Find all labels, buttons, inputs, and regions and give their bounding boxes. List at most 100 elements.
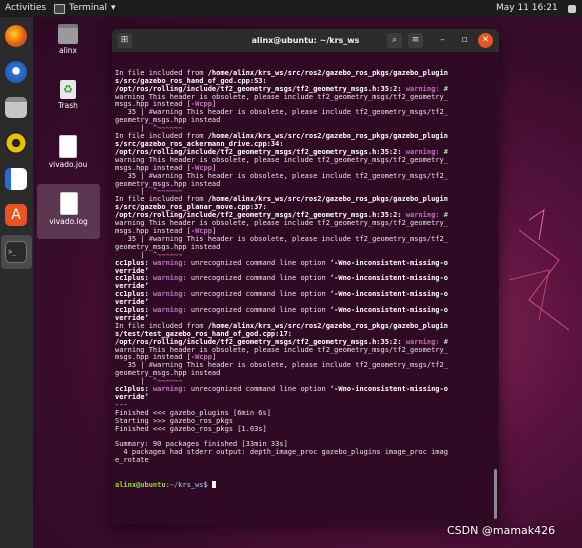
terminal-text: /home/alinx/krs_ws/src/ros2/gazebo_ros_p… <box>207 132 448 141</box>
speaker-icon <box>5 132 27 154</box>
thunderbird-launcher[interactable] <box>3 59 29 85</box>
terminal-text: s/src/gazebo_ros_planar_move.cpp:37: <box>115 203 267 212</box>
terminal-text: ^~~~~~~ <box>148 124 183 133</box>
terminal-text: Finished <<< gazebo_plugins [6min 6s] <box>115 408 271 417</box>
app-menu[interactable]: Terminal ▾ <box>54 0 116 17</box>
terminal-text: warning This header is obsolete, please … <box>152 108 448 117</box>
terminal-text: cc1plus: <box>115 274 153 283</box>
thunderbird-icon <box>5 61 27 83</box>
software-launcher[interactable]: A <box>3 202 29 228</box>
terminal-text: warning: <box>405 147 444 156</box>
terminal-text: Starting >>> gazebo_ros_pkgs <box>115 416 234 425</box>
desktop-icon-label: Trash <box>58 101 78 110</box>
terminal-line: cc1plus: warning: unrecognized command l… <box>115 290 490 299</box>
terminal-text: 35 | <box>115 171 149 180</box>
terminal-text: warning: <box>152 258 191 267</box>
terminal-text: s/test/test_gazebo_ros_hand_of_god.cpp:1… <box>115 329 293 338</box>
rhythmbox-launcher[interactable] <box>3 130 29 156</box>
terminal-text: | <box>115 250 149 259</box>
terminal-text: s/src/gazebo_ros_hand_of_god.cpp:53: <box>115 76 267 85</box>
terminal-line: cc1plus: warning: unrecognized command l… <box>115 274 490 283</box>
terminal-text: msgs.hpp instead [ <box>115 353 191 362</box>
terminal-text: -Wcpp <box>190 226 212 235</box>
terminal-line: 4 packages had stderr output: depth_imag… <box>115 448 490 457</box>
terminal-line: cc1plus: warning: unrecognized command l… <box>115 258 490 268</box>
terminal-launcher[interactable]: >_ <box>3 239 29 265</box>
desktop-icon-trash[interactable]: ♻ Trash <box>38 74 98 114</box>
terminal-text: s/src/gazebo_ros_ackermann_drive.cpp:34: <box>115 140 284 148</box>
terminal-text: cc1plus: <box>115 258 153 267</box>
terminal-text: unrecognized command line option <box>190 306 330 315</box>
terminal-text: geometry_msgs.hpp instead <box>115 179 221 188</box>
folder-icon <box>5 96 27 118</box>
software-store-icon: A <box>5 204 27 226</box>
terminal-text: ^~~~~~~ <box>148 187 183 196</box>
terminal-text: warning This header is obsolete, please … <box>115 219 448 228</box>
terminal-text: ] <box>211 353 217 362</box>
terminal-text: In file included from <box>115 321 208 330</box>
terminal-lines: In file included from /home/alinx/krs_ws… <box>115 68 490 465</box>
terminal-text: warning This header is obsolete, please … <box>115 155 448 164</box>
close-button[interactable]: ✕ <box>478 33 493 48</box>
chevron-down-icon: ▾ <box>111 3 116 13</box>
activities-button[interactable]: Activities <box>5 0 46 17</box>
terminal-text: ] <box>211 163 217 172</box>
files-launcher[interactable] <box>3 94 29 120</box>
search-button[interactable]: ⌕ <box>387 33 402 48</box>
terminal-text: unrecognized command line option <box>190 274 330 283</box>
prompt-path: ~/krs_ws <box>169 481 204 489</box>
terminal-text: unrecognized command line option <box>190 385 330 394</box>
text-cursor <box>211 481 216 488</box>
terminal-line: cc1plus: warning: unrecognized command l… <box>115 306 490 315</box>
terminal-text: In file included from <box>115 132 208 141</box>
terminal-icon: >_ <box>5 241 27 263</box>
text-file-icon <box>59 135 77 158</box>
terminal-text: warning This header is obsolete, please … <box>152 234 448 243</box>
terminal-text: /opt/ros/rolling/include/tf2_geometry_ms… <box>115 337 406 346</box>
terminal-text: verride’ <box>115 282 149 291</box>
terminal-text: ‘-Wno-inconsistent-missing-o <box>329 274 448 283</box>
terminal-text: -Wcpp <box>190 163 212 172</box>
terminal-text: verride’ <box>115 266 149 275</box>
app-menu-label: Terminal <box>69 3 108 13</box>
terminal-text: 35 | <box>115 108 149 117</box>
minimize-button[interactable]: – <box>435 33 450 48</box>
terminal-output[interactable]: In file included from /home/alinx/krs_ws… <box>115 54 490 522</box>
terminal-text: ] <box>211 226 217 235</box>
terminal-text: 35 | <box>115 361 149 370</box>
terminal-text: ‘-Wno-inconsistent-missing-o <box>329 290 448 299</box>
firefox-launcher[interactable] <box>3 23 29 49</box>
system-tray[interactable] <box>568 0 576 17</box>
desktop-icon-label: alinx <box>59 46 77 55</box>
desktop-icon-label: vivado.jou <box>48 160 88 169</box>
writer-launcher[interactable] <box>3 166 29 192</box>
desktop-icon-vivado-log[interactable]: vivado.log <box>37 184 100 239</box>
terminal-line: cc1plus: warning: unrecognized command l… <box>115 385 490 394</box>
log-file-icon <box>59 192 78 215</box>
terminal-text: -Wcpp <box>190 353 212 362</box>
command-prompt[interactable]: alinx@ubuntu:~/krs_ws$ <box>115 481 490 489</box>
terminal-line: e_rotate <box>115 456 490 465</box>
terminal-window[interactable]: ⊞ alinx@ubuntu: ~/krs_ws ⌕ ≡ – ▫ ✕ In fi… <box>112 29 499 524</box>
terminal-text: warning: <box>152 274 191 283</box>
desktop-icon-home[interactable]: alinx <box>38 18 98 58</box>
menu-button[interactable]: ≡ <box>408 33 423 48</box>
terminal-text: ‘-Wno-inconsistent-missing-o <box>329 306 448 315</box>
terminal-text: Finished <<< gazebo_ros_pkgs [1.03s] <box>115 424 267 433</box>
terminal-line: Finished <<< gazebo_ros_pkgs [1.03s] <box>115 424 490 434</box>
terminal-text: /opt/ros/rolling/include/tf2_geometry_ms… <box>115 211 406 220</box>
terminal-text: unrecognized command line option <box>190 258 330 267</box>
maximize-button[interactable]: ▫ <box>457 33 472 48</box>
terminal-header: ⊞ alinx@ubuntu: ~/krs_ws ⌕ ≡ – ▫ ✕ <box>112 29 499 52</box>
wallpaper-graphic <box>508 208 570 331</box>
terminal-text: # <box>443 211 448 220</box>
scrollbar[interactable] <box>494 469 497 519</box>
terminal-text: warning This header is obsolete, please … <box>152 171 448 180</box>
clock[interactable]: May 11 16:21 <box>496 0 558 17</box>
terminal-text: geometry_msgs.hpp instead <box>115 369 221 378</box>
terminal-text: msgs.hpp instead [ <box>115 226 191 235</box>
terminal-text: In file included from <box>115 68 208 77</box>
desktop-icon-vivado-jou[interactable]: vivado.jou <box>38 129 98 174</box>
top-bar: Activities Terminal ▾ May 11 16:21 <box>0 0 582 17</box>
terminal-text: | <box>115 124 149 133</box>
